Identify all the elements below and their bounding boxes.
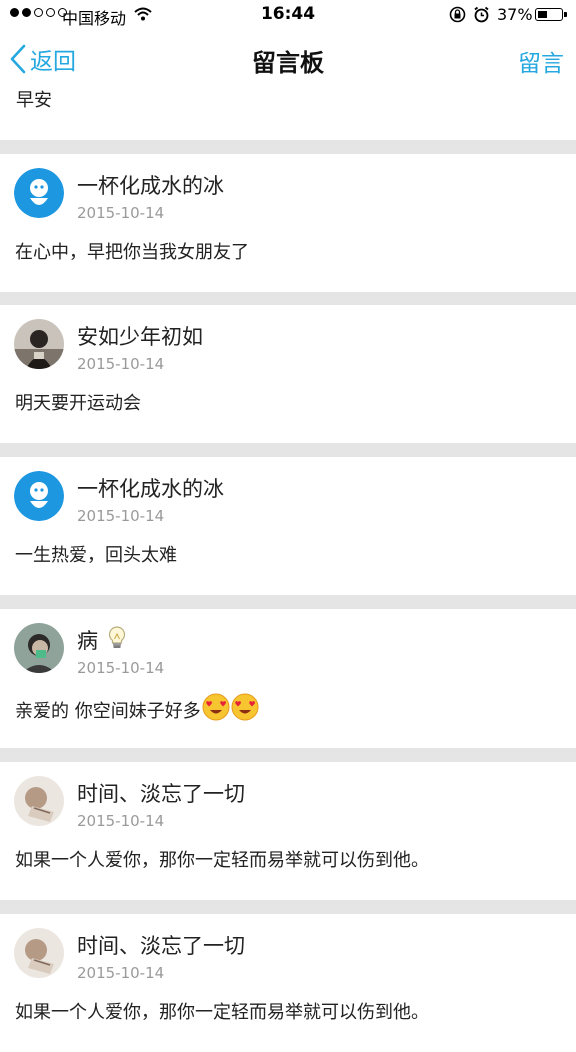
- post-date: 2015-10-14: [77, 355, 165, 373]
- username[interactable]: 时间、淡忘了一切: [77, 930, 245, 960]
- battery-icon: [535, 8, 563, 21]
- alarm-icon: [473, 6, 490, 28]
- message-text: 如果一个人爱你，那你一定轻而易举就可以伤到他。: [15, 850, 429, 871]
- heart-eyes-emoji-icon: [202, 693, 230, 726]
- message-item[interactable]: 一杯化成水的冰 2015-10-14 在心中，早把你当我女朋友了: [0, 154, 576, 292]
- post-date: 2015-10-14: [77, 659, 165, 677]
- message-text: 明天要开运动会: [15, 393, 141, 414]
- list-separator: [0, 140, 576, 154]
- avatar[interactable]: [14, 168, 64, 218]
- username[interactable]: 时间、淡忘了一切: [77, 778, 245, 808]
- avatar[interactable]: [14, 623, 64, 673]
- post-date: 2015-10-14: [77, 204, 165, 222]
- message-item[interactable]: 时间、淡忘了一切 2015-10-14 如果一个人爱你，那你一定轻而易举就可以伤…: [0, 762, 576, 900]
- username[interactable]: 安如少年初如: [77, 321, 203, 351]
- heart-eyes-emoji-icon: [231, 693, 259, 726]
- message-text: 亲爱的 你空间妹子好多: [15, 693, 259, 726]
- list-separator: [0, 748, 576, 762]
- message-item[interactable]: 安如少年初如 2015-10-14 明天要开运动会: [0, 305, 576, 443]
- avatar[interactable]: [14, 319, 64, 369]
- rotation-lock-icon: [449, 6, 466, 28]
- message-item[interactable]: 时间、淡忘了一切 2015-10-14 如果一个人爱你，那你一定轻而易举就可以伤…: [0, 914, 576, 1052]
- message-text: 如果一个人爱你，那你一定轻而易举就可以伤到他。: [15, 1002, 429, 1023]
- post-date: 2015-10-14: [77, 964, 165, 982]
- list-separator: [0, 291, 576, 305]
- post-date: 2015-10-14: [77, 507, 165, 525]
- message-item[interactable]: 病 2015-10-14 亲爱的 你空间妹子好多: [0, 609, 576, 747]
- lightbulb-icon: [108, 625, 126, 655]
- leave-message-button[interactable]: 留言: [518, 44, 564, 78]
- partial-message-text: 早安: [16, 90, 52, 111]
- avatar[interactable]: [14, 471, 64, 521]
- list-separator: [0, 595, 576, 609]
- list-separator: [0, 443, 576, 457]
- back-button[interactable]: 返回: [10, 42, 76, 76]
- chevron-left-icon: [10, 44, 26, 74]
- message-text: 在心中，早把你当我女朋友了: [15, 242, 249, 263]
- status-bar: 中国移动 16:44 37%: [0, 0, 576, 30]
- username[interactable]: 一杯化成水的冰: [77, 473, 224, 503]
- post-date: 2015-10-14: [77, 812, 165, 830]
- username[interactable]: 一杯化成水的冰: [77, 170, 224, 200]
- back-button-label: 返回: [30, 49, 76, 75]
- navigation-bar: 返回 留言板 留言: [0, 30, 576, 88]
- page-title: 留言板: [252, 49, 324, 77]
- message-item[interactable]: 一杯化成水的冰 2015-10-14 一生热爱，回头太难: [0, 457, 576, 595]
- avatar[interactable]: [14, 928, 64, 978]
- battery-percent: 37%: [497, 5, 533, 24]
- message-text: 一生热爱，回头太难: [15, 545, 177, 566]
- list-separator: [0, 900, 576, 914]
- avatar[interactable]: [14, 776, 64, 826]
- username[interactable]: 病: [77, 625, 126, 655]
